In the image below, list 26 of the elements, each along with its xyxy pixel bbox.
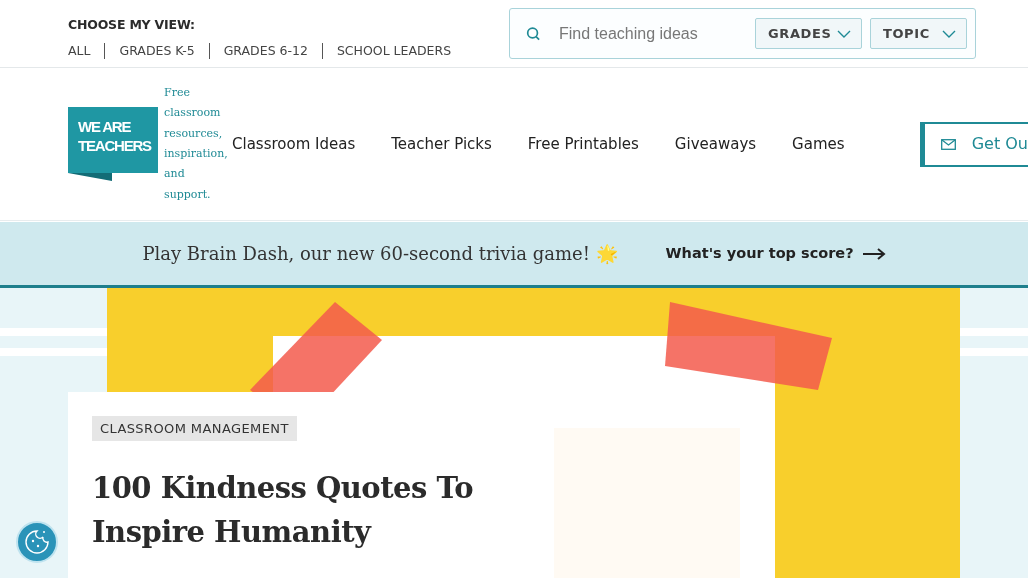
chevron-icon: [837, 29, 851, 38]
nav-link[interactable]: Teacher Picks: [391, 132, 492, 156]
view-option[interactable]: SCHOOL LEADERS: [321, 42, 466, 59]
banner-link[interactable]: What's your top score?: [665, 242, 886, 265]
category-tag[interactable]: CLASSROOM MANAGEMENT: [92, 416, 297, 441]
filter-dropdown[interactable]: TOPIC: [870, 18, 967, 49]
cookie-settings-button[interactable]: [16, 521, 58, 563]
tagline: Free classroom resources, inspiration, and support.: [164, 85, 229, 203]
nav-link[interactable]: Giveaways: [674, 132, 757, 156]
search-field[interactable]: Find teaching ideas GRADES TOPIC: [509, 8, 976, 59]
view-option[interactable]: ALL: [68, 42, 105, 59]
banner-text: Play Brain Dash, our new 60-second trivia game! 🌟: [142, 242, 618, 266]
chevron-icon: [942, 29, 956, 38]
view-option[interactable]: GRADES 6-12: [208, 42, 322, 59]
article-title[interactable]: 100 Kindness Quotes To Inspire Humanity: [92, 466, 514, 554]
view-label: CHOOSE MY VIEW:: [68, 16, 196, 34]
envelope-icon: [940, 138, 956, 150]
filter-dropdown[interactable]: GRADES: [755, 18, 862, 49]
arrow-icon: [861, 247, 886, 260]
search-icon: [526, 25, 541, 42]
view-option[interactable]: GRADES K-5: [104, 42, 209, 59]
nav-link[interactable]: Free Printables: [527, 132, 639, 156]
nav-link[interactable]: Classroom Ideas: [232, 132, 356, 156]
cookie-icon: [24, 529, 50, 555]
nav-link[interactable]: Games: [792, 132, 845, 156]
newsletter-button[interactable]: Get Ou: [919, 121, 1028, 167]
